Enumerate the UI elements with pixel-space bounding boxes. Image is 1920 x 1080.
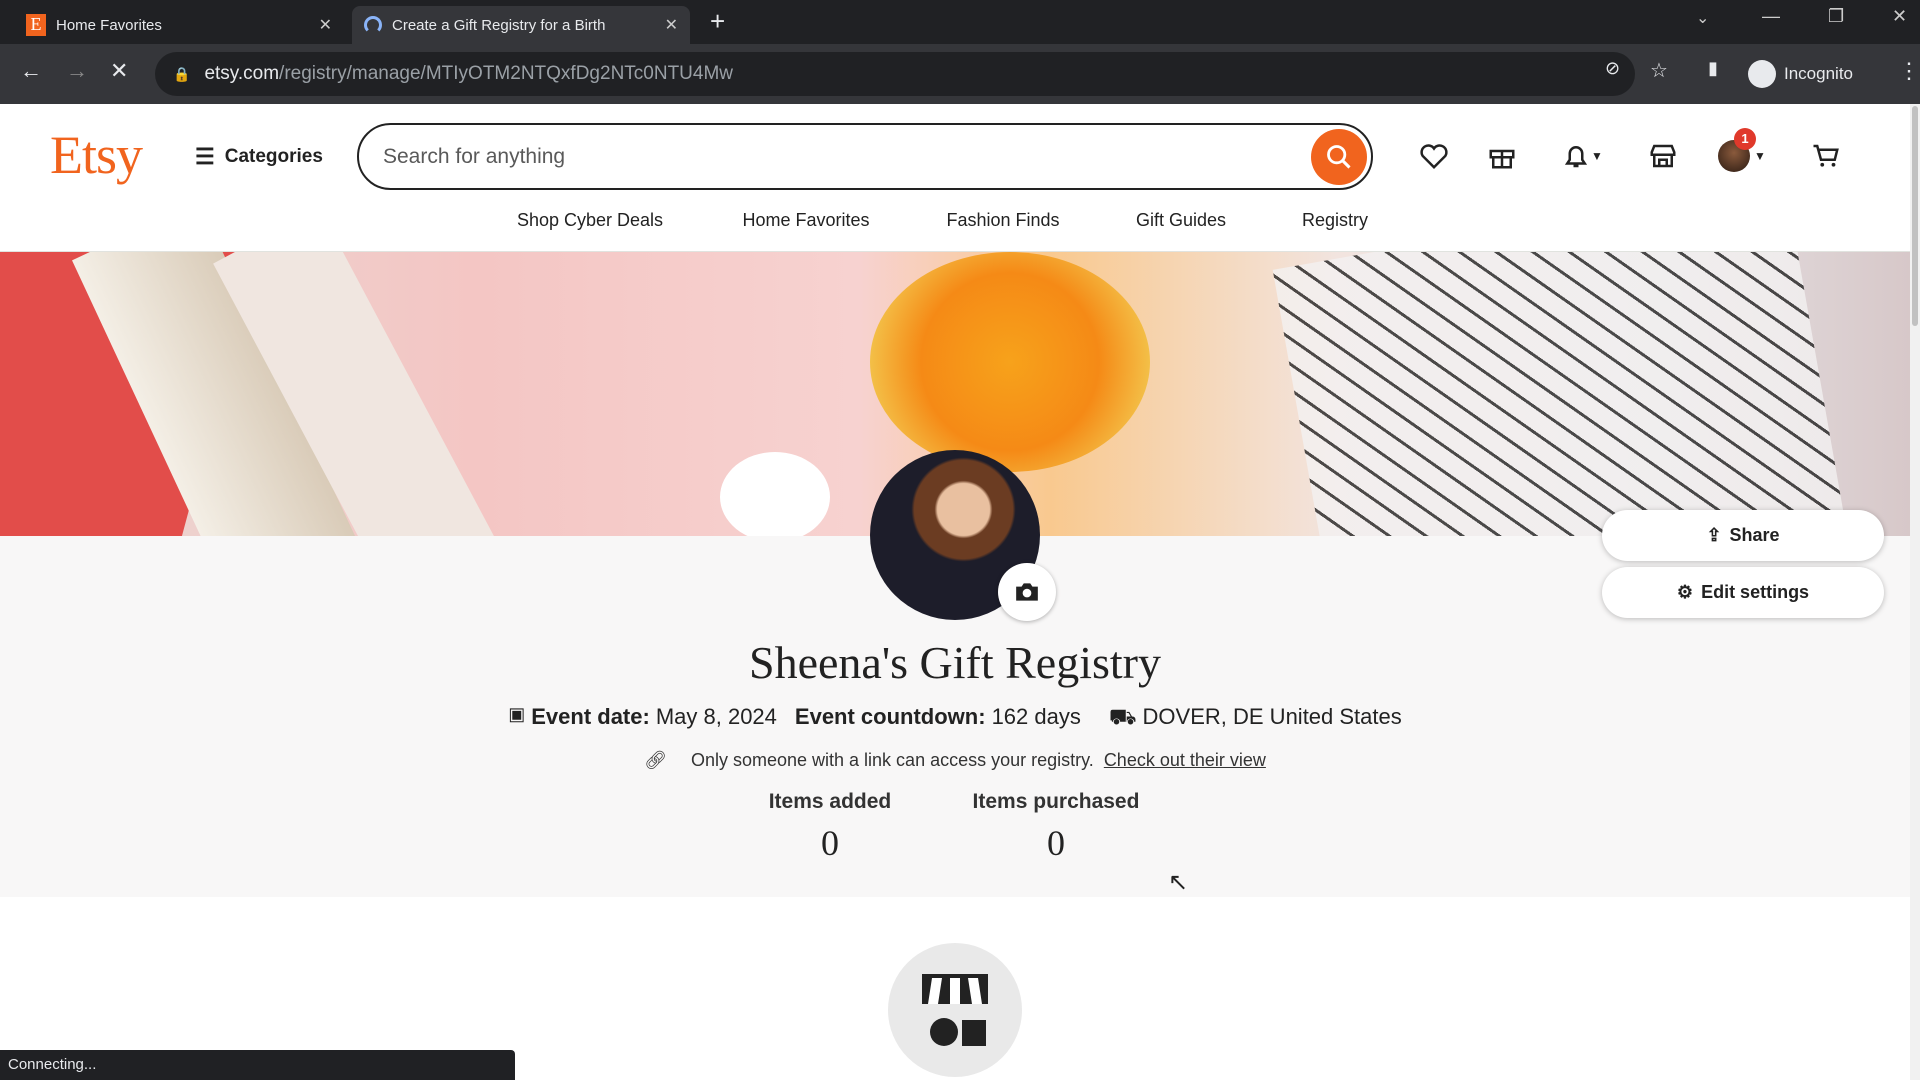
nav-home-favorites[interactable]: Home Favorites bbox=[742, 210, 869, 231]
hamburger-icon: ☰ bbox=[195, 144, 215, 169]
nav-gift-guides[interactable]: Gift Guides bbox=[1136, 210, 1226, 231]
countdown-label: Event countdown: bbox=[794, 704, 986, 729]
items-purchased-count: 0 bbox=[1047, 823, 1065, 863]
bookmark-star-icon[interactable]: ☆ bbox=[1650, 58, 1668, 83]
page-scrollbar[interactable] bbox=[1910, 104, 1920, 1080]
close-window-button[interactable]: ✕ bbox=[1892, 6, 1907, 27]
share-label: Share bbox=[1729, 525, 1780, 545]
notifications-bell-icon[interactable]: ▼ bbox=[1552, 138, 1612, 174]
search-icon bbox=[1327, 145, 1351, 169]
event-date-label: Event date: bbox=[531, 704, 650, 729]
edit-settings-button[interactable]: ⚙ Edit settings bbox=[1602, 567, 1884, 618]
etsy-logo[interactable]: Etsy bbox=[50, 124, 143, 186]
check-out-their-view-link[interactable]: Check out their view bbox=[1104, 750, 1266, 771]
new-tab-button[interactable]: + bbox=[710, 6, 725, 37]
search-input[interactable]: Search for anything bbox=[357, 123, 1373, 190]
link-icon: 🔗︎ bbox=[644, 750, 667, 770]
change-photo-button[interactable] bbox=[998, 563, 1056, 621]
favorites-heart-icon[interactable] bbox=[1416, 138, 1452, 174]
url-domain: etsy.com bbox=[204, 63, 280, 84]
incognito-profile-button[interactable]: Incognito bbox=[1748, 54, 1853, 94]
items-purchased-stat: Items purchased 0 bbox=[946, 790, 1166, 864]
shipping-truck-icon: ⛟ bbox=[1108, 704, 1137, 729]
url-path: /registry/manage/MTIyOTM2NTQxfDg2NTc0NTU… bbox=[279, 63, 734, 84]
categories-button[interactable]: ☰ Categories bbox=[195, 144, 323, 170]
profile-label: Incognito bbox=[1784, 64, 1853, 83]
site-header: Etsy ☰ Categories Search for anything ▼ ▼… bbox=[0, 104, 1910, 252]
status-bar: Connecting... bbox=[0, 1050, 515, 1080]
address-bar-row: ← → ✕ 🔒 etsy.com/registry/manage/MTIyOTM… bbox=[0, 44, 1920, 104]
loading-spinner-icon bbox=[364, 16, 382, 34]
search-button[interactable] bbox=[1311, 129, 1367, 185]
minimize-button[interactable]: — bbox=[1762, 6, 1780, 27]
share-icon: ⇪ bbox=[1706, 525, 1722, 545]
event-location: DOVER, DE United States bbox=[1142, 704, 1402, 729]
privacy-row: 🔗︎ Only someone with a link can access y… bbox=[0, 750, 1910, 771]
etsy-favicon-icon: E bbox=[26, 14, 46, 36]
nav-shop-cyber-deals[interactable]: Shop Cyber Deals bbox=[517, 210, 663, 231]
notification-badge: 1 bbox=[1734, 128, 1756, 150]
items-added-count: 0 bbox=[821, 823, 839, 863]
mouse-cursor: ↖ bbox=[1168, 869, 1189, 896]
cart-icon[interactable] bbox=[1808, 138, 1844, 174]
gift-icon[interactable] bbox=[1484, 138, 1520, 174]
eye-off-icon[interactable]: ⊘ bbox=[1605, 58, 1620, 79]
close-tab-icon[interactable]: ✕ bbox=[319, 15, 332, 35]
url-field[interactable]: 🔒 etsy.com/registry/manage/MTIyOTM2NTQxf… bbox=[155, 52, 1635, 96]
restore-button[interactable]: ❐ bbox=[1828, 6, 1844, 27]
items-added-label: Items added bbox=[768, 790, 892, 813]
share-button[interactable]: ⇪ Share bbox=[1602, 510, 1884, 561]
event-date: May 8, 2024 bbox=[655, 704, 777, 729]
registry-title: Sheena's Gift Registry bbox=[748, 637, 1161, 688]
search-placeholder: Search for anything bbox=[383, 144, 566, 168]
browser-tab-bar: E Home Favorites ✕ Create a Gift Registr… bbox=[0, 0, 1920, 44]
categories-label: Categories bbox=[224, 146, 323, 167]
edit-settings-label: Edit settings bbox=[1701, 582, 1810, 602]
empty-registry-illustration bbox=[888, 943, 1022, 1077]
gear-icon: ⚙ bbox=[1676, 582, 1694, 602]
camera-icon bbox=[1016, 583, 1038, 601]
back-button[interactable]: ← bbox=[20, 58, 42, 84]
shop-manager-store-icon[interactable] bbox=[1645, 138, 1681, 174]
scrollbar-thumb[interactable] bbox=[1912, 106, 1918, 326]
tab-search-icon[interactable]: ⌄ bbox=[1696, 8, 1709, 28]
items-purchased-label: Items purchased bbox=[972, 790, 1140, 813]
tab-home-favorites[interactable]: E Home Favorites ✕ bbox=[14, 6, 344, 44]
side-panel-icon[interactable]: ▮ bbox=[1708, 58, 1718, 79]
account-avatar-button[interactable]: ▼ 1 bbox=[1712, 128, 1772, 174]
incognito-icon bbox=[1748, 60, 1776, 88]
nav-registry[interactable]: Registry bbox=[1302, 210, 1368, 231]
stop-loading-button[interactable]: ✕ bbox=[110, 58, 128, 84]
calendar-icon: ▣ bbox=[508, 704, 526, 724]
tab-title: Create a Gift Registry for a Birth bbox=[392, 16, 606, 34]
privacy-text: Only someone with a link can access your… bbox=[690, 750, 1094, 770]
shop-storefront-icon bbox=[922, 974, 988, 1046]
close-tab-icon[interactable]: ✕ bbox=[665, 15, 678, 35]
lock-icon: 🔒 bbox=[173, 65, 191, 82]
tab-gift-registry[interactable]: Create a Gift Registry for a Birth ✕ bbox=[352, 6, 690, 44]
tab-title: Home Favorites bbox=[56, 16, 162, 34]
items-added-stat: Items added 0 bbox=[740, 790, 920, 864]
forward-button[interactable]: → bbox=[66, 58, 88, 84]
event-info-row: ▣ Event date: May 8, 2024 Event countdow… bbox=[0, 704, 1910, 733]
menu-kebab-icon[interactable]: ⋮ bbox=[1898, 58, 1920, 84]
countdown-value: 162 days bbox=[991, 704, 1081, 729]
nav-fashion-finds[interactable]: Fashion Finds bbox=[946, 210, 1059, 231]
